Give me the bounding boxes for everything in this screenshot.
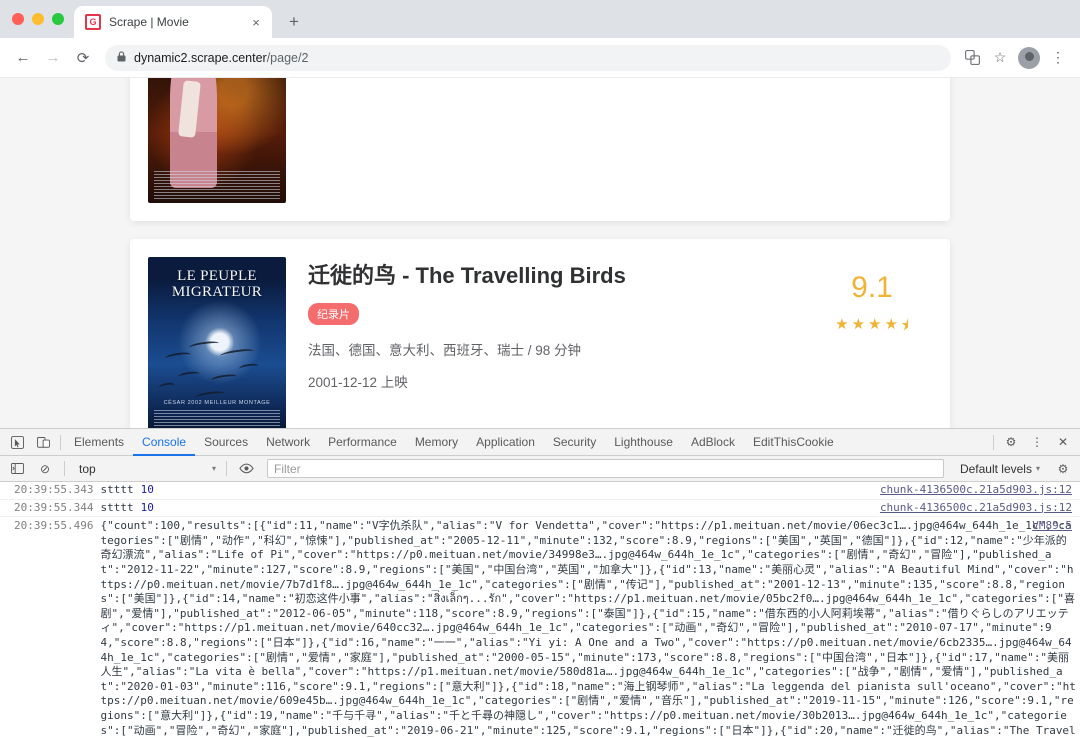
- movie-info: 2019-06-21 上映: [286, 78, 812, 203]
- translate-icon[interactable]: [959, 45, 985, 71]
- poster-title-text: LE PEUPLE MIGRATEUR: [171, 268, 263, 300]
- browser-window: G Scrape | Movie × + ← → ⟳ dynamic2.scra…: [0, 0, 1080, 428]
- toolbar-divider: [60, 434, 61, 450]
- console-log-levels-dropdown[interactable]: Default levels ▾: [952, 462, 1048, 476]
- devtools-panel: Elements Console Sources Network Perform…: [0, 428, 1080, 738]
- new-tab-button[interactable]: +: [280, 8, 308, 36]
- live-expression-eye-icon[interactable]: [233, 456, 259, 482]
- message-source-link[interactable]: chunk-4136500c.21a5d903.js:12: [880, 483, 1072, 498]
- devtools-tab-network[interactable]: Network: [257, 429, 319, 456]
- devtools-tab-security[interactable]: Security: [544, 429, 605, 456]
- url-path: /page/2: [266, 50, 309, 65]
- movie-card[interactable]: LE PEUPLE MIGRATEUR CÉSAR 2002 MEILLEUR …: [130, 239, 950, 428]
- star-icon: ★: [884, 316, 898, 333]
- movie-release-date: 2001-12-12 上映: [308, 375, 408, 391]
- close-window-button[interactable]: [12, 13, 24, 25]
- message-timestamp: 20:39:55.343: [14, 483, 94, 496]
- devtools-tab-sources[interactable]: Sources: [195, 429, 257, 456]
- poster-subtitle-text: CÉSAR 2002 MEILLEUR MONTAGE: [163, 400, 271, 406]
- movie-title: 迁徙的鸟 - The Travelling Birds: [308, 263, 626, 288]
- devtools-tab-memory[interactable]: Memory: [406, 429, 467, 456]
- toolbar-divider: [64, 461, 65, 476]
- movie-info: 迁徙的鸟 - The Travelling Birds 纪录片 法国、德国、意大…: [286, 257, 812, 428]
- url-domain: dynamic2.scrape.center: [134, 50, 267, 65]
- console-filter-input[interactable]: Filter: [267, 459, 944, 478]
- message-text: stttt: [100, 500, 134, 514]
- favicon-icon: G: [85, 14, 101, 30]
- chevron-down-icon: ▾: [1035, 464, 1040, 473]
- movie-score-box: 9.1 ★ ★ ★ ★ ⯨: [812, 257, 932, 428]
- console-message[interactable]: 20:39:55.343 stttt 10 chunk-4136500c.21a…: [0, 482, 1080, 500]
- window-controls: [10, 0, 74, 38]
- browser-tab[interactable]: G Scrape | Movie ×: [74, 6, 272, 38]
- gear-icon[interactable]: ⚙: [998, 429, 1024, 455]
- reload-button[interactable]: ⟳: [69, 44, 97, 72]
- message-source-link[interactable]: VM89:5: [1032, 519, 1072, 534]
- movie-poster[interactable]: [148, 78, 286, 203]
- console-settings-gear-icon[interactable]: ⚙: [1050, 456, 1076, 482]
- devtools-tab-editthiscookie[interactable]: EditThisCookie: [744, 429, 843, 456]
- console-sidebar-icon[interactable]: [4, 456, 30, 482]
- device-toolbar-icon[interactable]: [30, 429, 56, 455]
- devtools-tab-performance[interactable]: Performance: [319, 429, 406, 456]
- star-icon: ★: [868, 316, 882, 333]
- devtools-tabbar: Elements Console Sources Network Perform…: [0, 429, 1080, 456]
- console-filter-bar: ⊘ top ▾ Filter Default levels ▾ ⚙: [0, 456, 1080, 482]
- movie-star-rating: ★ ★ ★ ★ ⯨: [835, 315, 909, 340]
- star-icon: ★: [835, 316, 849, 333]
- minimize-window-button[interactable]: [32, 13, 44, 25]
- movie-list: 2019-06-21 上映 LE PEUPLE MIGRATEUR: [0, 78, 1080, 428]
- bookmark-star-icon[interactable]: ☆: [987, 45, 1013, 71]
- profile-avatar[interactable]: [1018, 46, 1040, 69]
- console-message-json[interactable]: 20:39:55.496 {"count":100,"results":[{"i…: [0, 517, 1080, 738]
- address-bar[interactable]: dynamic2.scrape.center/page/2: [105, 44, 951, 71]
- message-text: stttt: [100, 483, 134, 496]
- maximize-window-button[interactable]: [52, 13, 64, 25]
- close-icon[interactable]: ×: [248, 14, 264, 30]
- forward-button[interactable]: →: [39, 44, 67, 72]
- inspect-element-icon[interactable]: [4, 429, 30, 455]
- console-output[interactable]: 20:39:55.343 stttt 10 chunk-4136500c.21a…: [0, 482, 1080, 738]
- poster-credits-strip: [154, 171, 280, 199]
- devtools-tab-elements[interactable]: Elements: [65, 429, 133, 456]
- tab-title: Scrape | Movie: [109, 15, 189, 29]
- console-context-value: top: [79, 461, 96, 476]
- message-value: 10: [140, 483, 154, 496]
- console-context-selector[interactable]: top ▾: [75, 459, 220, 479]
- message-json-payload: {"count":100,"results":[{"id":11,"name":…: [100, 519, 1076, 737]
- devtools-tab-lighthouse[interactable]: Lighthouse: [605, 429, 682, 456]
- toolbar-divider: [226, 461, 227, 476]
- poster-credits-strip: [154, 410, 280, 428]
- star-icon: ★: [851, 316, 866, 333]
- browser-menu-icon[interactable]: ⋮: [1045, 45, 1071, 71]
- more-options-icon[interactable]: ⋮: [1024, 429, 1050, 455]
- clear-console-icon[interactable]: ⊘: [32, 456, 58, 482]
- movie-card[interactable]: 2019-06-21 上映: [130, 78, 950, 221]
- back-button[interactable]: ←: [9, 44, 37, 72]
- devtools-tab-console[interactable]: Console: [133, 429, 195, 456]
- movie-score: 9.1: [851, 271, 893, 304]
- log-levels-value: Default levels: [959, 461, 1032, 476]
- movie-meta: 法国、德国、意大利、西班牙、瑞士 / 98 分钟: [308, 343, 582, 359]
- message-source-link[interactable]: chunk-4136500c.21a5d903.js:12: [880, 501, 1072, 516]
- url-text: dynamic2.scrape.center/page/2: [134, 51, 308, 65]
- page-viewport: 2019-06-21 上映 LE PEUPLE MIGRATEUR: [0, 78, 1080, 428]
- message-value: 10: [140, 500, 154, 514]
- console-message[interactable]: 20:39:55.344 stttt 10 chunk-4136500c.21a…: [0, 500, 1080, 518]
- devtools-tab-application[interactable]: Application: [467, 429, 544, 456]
- lock-icon: [117, 50, 126, 65]
- movie-category-tag: 纪录片: [308, 303, 359, 326]
- message-timestamp: 20:39:55.344: [14, 500, 94, 514]
- message-timestamp: 20:39:55.496: [14, 519, 94, 533]
- tab-strip: G Scrape | Movie × +: [0, 0, 1080, 38]
- close-devtools-icon[interactable]: ✕: [1050, 429, 1076, 455]
- movie-score-box: [812, 78, 932, 203]
- devtools-tab-adblock[interactable]: AdBlock: [682, 429, 744, 456]
- star-half-icon: ⯨: [900, 317, 909, 334]
- toolbar-divider: [993, 434, 994, 450]
- chevron-down-icon: ▾: [211, 464, 216, 473]
- movie-poster[interactable]: LE PEUPLE MIGRATEUR CÉSAR 2002 MEILLEUR …: [148, 257, 286, 428]
- browser-toolbar: ← → ⟳ dynamic2.scrape.center/page/2 ☆ ⋮: [0, 38, 1080, 78]
